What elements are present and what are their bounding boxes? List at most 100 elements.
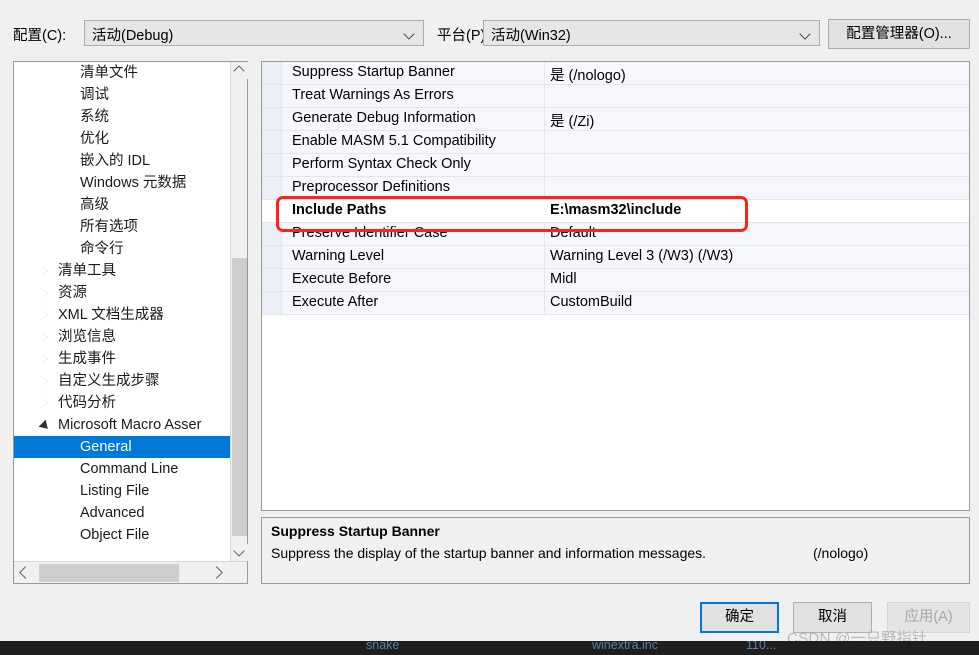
tree-item[interactable]: 所有选项 [14,216,230,238]
column-divider[interactable] [544,154,545,176]
scroll-right-icon[interactable] [209,562,227,583]
editor-bottom-strip: snake winextra.inc 110... [0,641,979,655]
tree-item[interactable]: 清单文件 [14,62,230,84]
tree-item-label: 代码分析 [58,395,116,411]
property-value[interactable]: 是 (/nologo) [550,64,626,85]
tree-item[interactable]: 代码分析 [14,392,230,414]
tree-item-label: 高级 [80,197,109,213]
tree-item-label: 嵌入的 IDL [80,153,151,169]
property-name: Preprocessor Definitions [292,179,450,195]
tree-item[interactable]: Advanced [14,502,230,524]
platform-label: 平台(P): [437,28,490,44]
tree-item[interactable]: 生成事件 [14,348,230,370]
tree-item[interactable]: 调试 [14,84,230,106]
property-row[interactable]: Perform Syntax Check Only [262,154,969,177]
column-divider[interactable] [544,200,545,222]
property-row-gutter [262,177,282,199]
scroll-down-icon[interactable] [231,544,248,561]
tree-item-label: Microsoft Macro Asser [58,417,202,433]
column-divider[interactable] [544,62,545,84]
property-name: Execute After [292,294,379,310]
property-name: Warning Level [292,248,385,264]
chevron-right-icon[interactable] [42,288,49,297]
settings-tree[interactable]: 清单文件 调试系统优化嵌入的 IDL Windows 元数据高级所有选项 命令行 清单工… [14,62,230,561]
tree-item[interactable]: Command Line [14,458,230,480]
tree-item[interactable]: Windows 元数据 [14,172,230,194]
tree-item[interactable]: General [14,436,230,458]
tree-vertical-scrollbar[interactable] [230,62,248,561]
scroll-up-icon[interactable] [231,62,248,79]
property-row-gutter [262,85,282,107]
property-row[interactable]: Warning Level Warning Level 3 (/W3) (/W3) [262,246,969,269]
bottom-strip-item-2: winextra.inc [592,641,658,652]
tree-item[interactable]: 嵌入的 IDL [14,150,230,172]
property-row[interactable]: Preprocessor Definitions [262,177,969,200]
ok-button[interactable]: 确定 [700,602,779,633]
tree-item[interactable]: 清单工具 [14,260,230,282]
column-divider[interactable] [544,131,545,153]
property-pages-dialog: 配置(C): 活动(Debug) 平台(P): 活动(Win32) 配置管理器(… [0,0,979,655]
column-divider[interactable] [544,177,545,199]
chevron-down-icon [405,29,415,39]
configuration-manager-button[interactable]: 配置管理器(O)... [828,19,970,49]
property-row-gutter [262,154,282,176]
property-row[interactable]: Preserve Identifier Case Default [262,223,969,246]
property-row[interactable]: Treat Warnings As Errors [262,85,969,108]
property-row-gutter [262,292,282,314]
tree-item-label: 系统 [80,109,109,125]
chevron-right-icon[interactable] [42,310,49,319]
platform-dropdown[interactable]: 活动(Win32) [483,20,820,46]
tree-item[interactable]: Object File [14,524,230,546]
property-name: Preserve Identifier Case [292,225,448,241]
property-row[interactable]: Execute After CustomBuild [262,292,969,315]
bottom-strip-item-1: snake [366,641,400,652]
chevron-right-icon[interactable] [42,332,49,341]
tree-item[interactable]: 资源 [14,282,230,304]
column-divider[interactable] [544,85,545,107]
tree-item[interactable]: 系统 [14,106,230,128]
chevron-right-icon[interactable] [42,266,49,275]
tree-item-label: 自定义生成步骤 [58,373,160,389]
property-row[interactable]: Enable MASM 5.1 Compatibility [262,131,969,154]
property-value[interactable]: Default [550,225,596,241]
tree-item[interactable]: XML 文档生成器 [14,304,230,326]
tree-item-label: XML 文档生成器 [58,307,164,323]
column-divider[interactable] [544,223,545,245]
chevron-right-icon[interactable] [42,354,49,363]
configuration-dropdown[interactable]: 活动(Debug) [84,20,424,46]
column-divider[interactable] [544,269,545,291]
property-row-gutter [262,269,282,291]
chevron-down-icon[interactable] [38,419,52,433]
property-value[interactable]: CustomBuild [550,294,632,310]
tree-item[interactable]: 浏览信息 [14,326,230,348]
tree-item[interactable]: 自定义生成步骤 [14,370,230,392]
property-value[interactable]: 是 (/Zi) [550,110,594,131]
tree-horizontal-scroll-thumb[interactable] [39,564,179,582]
property-row[interactable]: Generate Debug Information 是 (/Zi) [262,108,969,131]
property-value[interactable]: E:\masm32\include [550,202,681,218]
column-divider[interactable] [544,246,545,268]
property-row[interactable]: Suppress Startup Banner 是 (/nologo) [262,62,969,85]
chevron-right-icon[interactable] [42,376,49,385]
tree-vertical-scroll-thumb[interactable] [232,258,247,536]
tree-item[interactable]: 优化 [14,128,230,150]
property-grid[interactable]: Suppress Startup Banner 是 (/nologo) Treat … [262,62,969,315]
property-value[interactable]: Midl [550,271,577,287]
property-row[interactable]: Include Paths E:\masm32\include [262,200,969,223]
property-description-panel: Suppress Startup Banner Suppress the dis… [261,517,970,584]
scroll-left-icon[interactable] [16,562,34,583]
property-value[interactable]: Warning Level 3 (/W3) (/W3) [550,248,733,264]
description-text: Suppress the display of the startup bann… [271,545,707,561]
tree-item-label: 生成事件 [58,351,116,367]
tree-horizontal-scrollbar[interactable] [14,561,247,583]
column-divider[interactable] [544,292,545,314]
tree-item[interactable]: 高级 [14,194,230,216]
chevron-right-icon[interactable] [42,398,49,407]
tree-item-label: Listing File [80,483,150,499]
property-row[interactable]: Execute Before Midl [262,269,969,292]
tree-item[interactable]: Listing File [14,480,230,502]
tree-item[interactable]: Microsoft Macro Asser [14,414,230,436]
tree-item[interactable]: 命令行 [14,238,230,260]
column-divider[interactable] [544,108,545,130]
property-name: Suppress Startup Banner [292,64,455,80]
